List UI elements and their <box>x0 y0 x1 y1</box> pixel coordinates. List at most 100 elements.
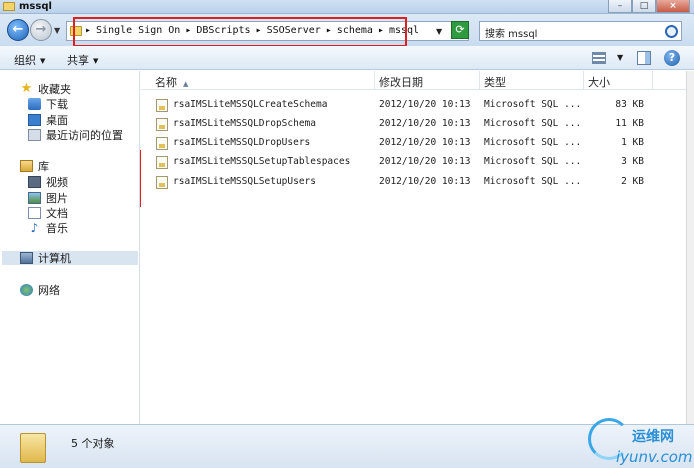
forward-button[interactable]: → <box>30 19 52 41</box>
breadcrumb-item[interactable]: Single Sign On <box>96 25 180 36</box>
nav-item-documents[interactable]: 文档 <box>28 206 68 220</box>
nav-label: 网络 <box>38 284 60 297</box>
file-modified: 2012/10/20 10:13 <box>379 118 471 129</box>
file-name: rsaIMSLiteMSSQLSetupTablespaces <box>173 156 351 167</box>
column-divider[interactable] <box>583 71 584 90</box>
file-name: rsaIMSLiteMSSQLSetupUsers <box>173 176 316 187</box>
organize-label: 组织 <box>14 54 36 67</box>
breadcrumb-separator[interactable]: ▸ <box>378 25 384 36</box>
back-button[interactable]: ← <box>7 19 29 41</box>
organize-button[interactable]: 组织 ▼ <box>14 52 45 68</box>
nav-label: 计算机 <box>38 252 71 265</box>
address-history-dropdown-icon[interactable]: ▼ <box>436 27 442 36</box>
file-size: 1 KB <box>621 137 644 148</box>
column-header-size[interactable]: 大小 <box>588 74 610 90</box>
nav-label: 视频 <box>46 176 68 189</box>
column-header-row: 名称 ▲ 修改日期 类型 大小 <box>141 71 686 90</box>
recent-places-icon <box>28 129 41 141</box>
nav-label: 收藏夹 <box>38 83 71 96</box>
nav-label: 桌面 <box>46 114 68 127</box>
file-list: 名称 ▲ 修改日期 类型 大小 rsaIMSLiteMSSQLCreateSche… <box>141 71 686 424</box>
window-title: mssql <box>19 1 52 12</box>
search-input[interactable]: 搜索 mssql <box>479 21 682 41</box>
column-header-modified[interactable]: 修改日期 <box>379 74 423 90</box>
breadcrumb-item[interactable]: mssql <box>389 25 419 36</box>
table-row[interactable]: rsaIMSLiteMSSQLCreateSchema 2012/10/20 1… <box>141 96 686 115</box>
document-icon <box>28 207 41 219</box>
file-type: Microsoft SQL ... <box>484 118 582 129</box>
search-icon[interactable] <box>665 25 678 38</box>
nav-item-network[interactable]: 网络 <box>20 283 60 297</box>
vertical-scrollbar[interactable] <box>686 71 694 424</box>
column-divider[interactable] <box>479 71 480 90</box>
sql-file-icon <box>156 176 168 189</box>
file-modified: 2012/10/20 10:13 <box>379 99 471 110</box>
folder-icon <box>70 26 82 36</box>
nav-item-favorites[interactable]: ★ 收藏夹 <box>20 82 71 96</box>
recent-pages-dropdown-icon[interactable]: ▼ <box>54 26 60 35</box>
download-icon <box>28 98 41 110</box>
file-type: Microsoft SQL ... <box>484 137 582 148</box>
command-toolbar: 组织 ▼ 共享 ▼ ▼ ? <box>0 46 694 70</box>
table-row[interactable]: rsaIMSLiteMSSQLSetupTablespaces 2012/10/… <box>141 153 686 172</box>
breadcrumb: ▸ Single Sign On ▸ DBScripts ▸ SSOServer… <box>85 25 424 36</box>
nav-item-computer[interactable]: 计算机 <box>2 251 138 265</box>
file-name: rsaIMSLiteMSSQLCreateSchema <box>173 99 328 110</box>
navigation-pane: ★ 收藏夹 下载 桌面 最近访问的位置 库 视频 图片 文档 ♪ 音乐 计算机 网络 <box>0 71 140 424</box>
file-name: rsaIMSLiteMSSQLDropSchema <box>173 118 316 129</box>
nav-item-libraries[interactable]: 库 <box>20 159 49 173</box>
sql-file-icon <box>156 118 168 131</box>
sql-file-icon <box>156 137 168 150</box>
sql-file-icon <box>156 99 168 112</box>
breadcrumb-separator[interactable]: ▸ <box>326 25 332 36</box>
nav-item-videos[interactable]: 视频 <box>28 175 68 189</box>
breadcrumb-item[interactable]: schema <box>337 25 373 36</box>
sql-file-icon <box>156 156 168 169</box>
file-size: 2 KB <box>621 176 644 187</box>
desktop-icon <box>28 114 41 126</box>
folder-icon <box>20 433 46 463</box>
nav-label: 音乐 <box>46 222 68 235</box>
chevron-down-icon: ▼ <box>93 57 99 65</box>
folder-icon <box>3 2 15 11</box>
file-size: 11 KB <box>615 118 644 129</box>
table-row[interactable]: rsaIMSLiteMSSQLSetupUsers 2012/10/20 10:… <box>141 173 686 192</box>
address-bar[interactable]: ▸ Single Sign On ▸ DBScripts ▸ SSOServer… <box>66 21 469 41</box>
nav-item-downloads[interactable]: 下载 <box>28 97 68 111</box>
column-header-type[interactable]: 类型 <box>484 74 506 90</box>
refresh-button[interactable]: ⟳ <box>451 21 469 39</box>
computer-icon <box>20 252 33 264</box>
sort-ascending-icon: ▲ <box>183 80 189 88</box>
file-size: 83 KB <box>615 99 644 110</box>
column-divider[interactable] <box>374 71 375 90</box>
column-divider[interactable] <box>652 71 653 90</box>
nav-label: 图片 <box>46 192 68 205</box>
nav-item-music[interactable]: ♪ 音乐 <box>28 221 68 235</box>
nav-label: 下载 <box>46 98 68 111</box>
breadcrumb-separator[interactable]: ▸ <box>185 25 191 36</box>
watermark-url: iyunv.com <box>616 448 693 466</box>
breadcrumb-separator[interactable]: ▸ <box>256 25 262 36</box>
nav-item-pictures[interactable]: 图片 <box>28 191 68 205</box>
navigation-bar: ← → ▼ ▸ Single Sign On ▸ DBScripts ▸ SSO… <box>0 14 694 46</box>
table-row[interactable]: rsaIMSLiteMSSQLDropUsers 2012/10/20 10:1… <box>141 134 686 153</box>
file-modified: 2012/10/20 10:13 <box>379 137 471 148</box>
share-button[interactable]: 共享 ▼ <box>67 52 98 68</box>
help-icon[interactable]: ? <box>664 50 680 66</box>
file-name: rsaIMSLiteMSSQLDropUsers <box>173 137 311 148</box>
maximize-button[interactable]: □ <box>632 0 656 13</box>
column-header-name[interactable]: 名称 ▲ <box>155 74 188 90</box>
breadcrumb-item[interactable]: DBScripts <box>196 25 250 36</box>
nav-item-desktop[interactable]: 桌面 <box>28 113 68 127</box>
breadcrumb-item[interactable]: SSOServer <box>267 25 321 36</box>
file-modified: 2012/10/20 10:13 <box>379 156 471 167</box>
view-options-dropdown-icon[interactable]: ▼ <box>617 53 623 62</box>
minimize-button[interactable]: – <box>608 0 632 13</box>
table-row[interactable]: rsaIMSLiteMSSQLDropSchema 2012/10/20 10:… <box>141 115 686 134</box>
column-label: 名称 <box>155 76 177 89</box>
change-view-icon[interactable] <box>592 52 606 64</box>
window-controls: – □ × <box>608 0 690 13</box>
nav-item-recent[interactable]: 最近访问的位置 <box>28 128 123 142</box>
preview-pane-icon[interactable] <box>637 51 651 65</box>
close-button[interactable]: × <box>656 0 690 13</box>
